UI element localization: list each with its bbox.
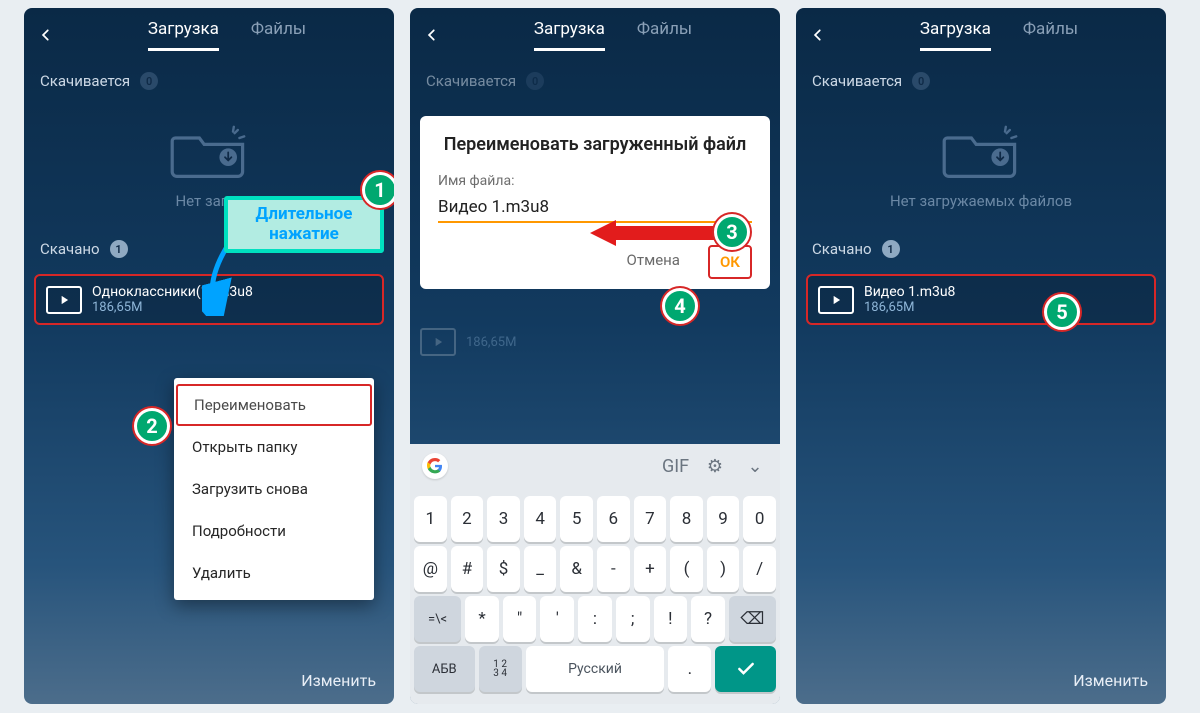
ctx-delete[interactable]: Удалить	[174, 552, 374, 594]
empty-text: Нет загружаемых файлов	[890, 192, 1072, 210]
gif-icon[interactable]: GIF	[662, 456, 688, 477]
downloading-section: Скачивается 0	[24, 62, 394, 100]
key-5[interactable]: 5	[560, 496, 593, 542]
settings-icon[interactable]: ⚙	[702, 456, 728, 477]
key-enter[interactable]	[715, 646, 776, 692]
key-lparen[interactable]: (	[670, 546, 703, 592]
step-marker-1: 1	[362, 172, 394, 208]
key-2[interactable]: 2	[451, 496, 484, 542]
back-icon[interactable]	[804, 21, 832, 49]
step-marker-3: 3	[714, 214, 750, 250]
tab-downloads[interactable]: Загрузка	[920, 19, 991, 51]
dialog-scrim: Переименовать загруженный файл Имя файла…	[410, 8, 780, 704]
key-dot[interactable]: .	[668, 646, 711, 692]
google-g-icon[interactable]	[422, 453, 448, 479]
key-amp[interactable]: &	[560, 546, 593, 592]
kbd-row-4: АБВ 1 23 4 Русский .	[414, 646, 776, 692]
topbar: Загрузка Файлы	[796, 8, 1166, 62]
key-9[interactable]: 9	[707, 496, 740, 542]
key-colon[interactable]: :	[578, 596, 612, 642]
soft-keyboard: 1 2 3 4 5 6 7 8 9 0 @ # $ _ & - + ( )	[410, 488, 780, 704]
key-underscore[interactable]: _	[524, 546, 557, 592]
file-row[interactable]: Видео 1.m3u8 186,65M	[806, 274, 1156, 325]
key-6[interactable]: 6	[597, 496, 630, 542]
key-dquote[interactable]: "	[503, 596, 537, 642]
folder-download-icon	[941, 120, 1021, 180]
dialog-title: Переименовать загруженный файл	[438, 134, 752, 155]
key-squote[interactable]: '	[540, 596, 574, 642]
step-marker-2: 2	[134, 408, 170, 444]
ctx-details[interactable]: Подробности	[174, 510, 374, 552]
footer-edit[interactable]: Изменить	[24, 656, 394, 704]
tab-files[interactable]: Файлы	[1023, 19, 1078, 51]
key-question[interactable]: ?	[691, 596, 725, 642]
downloading-count: 0	[140, 72, 158, 90]
rename-dialog: Переименовать загруженный файл Имя файла…	[420, 116, 770, 289]
phone-screen-2: Загрузка Файлы Скачивается 0 186,65M Пер…	[410, 8, 780, 704]
phone-screen-3: Загрузка Файлы Скачивается 0 Нет загружа…	[796, 8, 1166, 704]
downloaded-section: Скачано 1	[796, 230, 1166, 268]
key-plus[interactable]: +	[634, 546, 667, 592]
step-marker-5: 5	[1044, 294, 1080, 330]
downloading-section: Скачивается 0	[796, 62, 1166, 100]
keyboard-suggest-bar: GIF ⚙ ⌄	[410, 444, 780, 488]
key-backspace[interactable]: ⌫	[729, 596, 776, 642]
kbd-row-2: @ # $ _ & - + ( ) /	[414, 546, 776, 592]
dialog-ok-button[interactable]: ОК	[708, 245, 752, 279]
key-4[interactable]: 4	[524, 496, 557, 542]
file-name: Видео 1.m3u8	[864, 284, 955, 300]
footer-edit[interactable]: Изменить	[796, 656, 1166, 704]
downloaded-count: 1	[110, 240, 128, 258]
back-icon[interactable]	[32, 21, 60, 49]
folder-download-icon	[169, 120, 249, 180]
kbd-row-3: =\< * " ' : ; ! ? ⌫	[414, 596, 776, 642]
key-minus[interactable]: -	[597, 546, 630, 592]
key-star[interactable]: *	[465, 596, 499, 642]
longpress-callout: Длительноенажатие	[224, 196, 384, 253]
key-spacebar[interactable]: Русский	[526, 646, 664, 692]
downloading-label: Скачивается	[40, 72, 130, 90]
ctx-redownload[interactable]: Загрузить снова	[174, 468, 374, 510]
key-numpad[interactable]: 1 23 4	[479, 646, 522, 692]
empty-state: Нет загружаемых файлов	[796, 100, 1166, 230]
downloaded-label: Скачано	[40, 240, 100, 258]
key-symbols[interactable]: =\<	[414, 596, 461, 642]
key-1[interactable]: 1	[414, 496, 447, 542]
dialog-field-label: Имя файла:	[438, 173, 752, 189]
key-0[interactable]: 0	[743, 496, 776, 542]
key-3[interactable]: 3	[487, 496, 520, 542]
dialog-cancel-button[interactable]: Отмена	[617, 245, 690, 279]
key-rparen[interactable]: )	[707, 546, 740, 592]
key-hash[interactable]: #	[451, 546, 484, 592]
video-file-icon	[818, 286, 854, 314]
key-mode-abc[interactable]: АБВ	[414, 646, 475, 692]
key-dollar[interactable]: $	[487, 546, 520, 592]
key-bang[interactable]: !	[654, 596, 688, 642]
tab-files[interactable]: Файлы	[251, 19, 306, 51]
topbar: Загрузка Файлы	[24, 8, 394, 62]
key-semicolon[interactable]: ;	[616, 596, 650, 642]
step-marker-4: 4	[662, 288, 698, 324]
key-8[interactable]: 8	[670, 496, 703, 542]
chevron-down-icon[interactable]: ⌄	[742, 456, 768, 477]
tab-downloads[interactable]: Загрузка	[148, 19, 219, 51]
key-at[interactable]: @	[414, 546, 447, 592]
arrow-to-input-icon	[586, 218, 716, 248]
video-file-icon	[46, 286, 82, 314]
ctx-open-folder[interactable]: Открыть папку	[174, 426, 374, 468]
ctx-rename[interactable]: Переименовать	[176, 384, 372, 426]
phone-screen-1: Загрузка Файлы Скачивается 0 Нет загру Д…	[24, 8, 394, 704]
key-7[interactable]: 7	[634, 496, 667, 542]
file-size: 186,65M	[864, 300, 955, 315]
context-menu: Переименовать Открыть папку Загрузить сн…	[174, 378, 374, 600]
kbd-row-1: 1 2 3 4 5 6 7 8 9 0	[414, 496, 776, 542]
key-slash[interactable]: /	[743, 546, 776, 592]
